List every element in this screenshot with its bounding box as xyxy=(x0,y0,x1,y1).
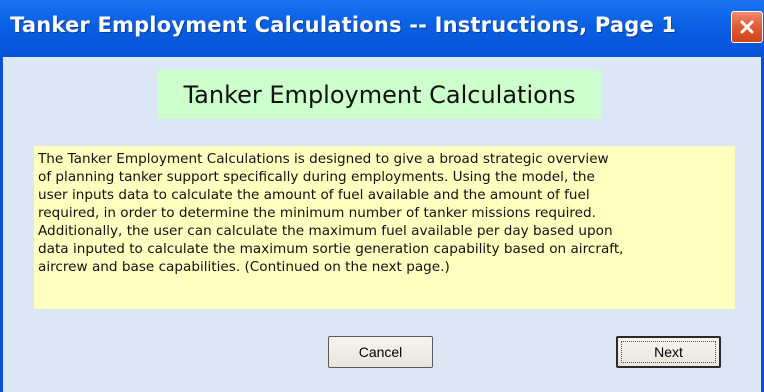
instructions-line: The Tanker Employment Calculations is de… xyxy=(38,151,609,167)
instructions-line: data inputed to calculate the maximum so… xyxy=(38,241,624,257)
page-heading: Tanker Employment Calculations xyxy=(157,70,602,119)
window-title: Tanker Employment Calculations -- Instru… xyxy=(10,13,677,37)
window-frame-left xyxy=(0,57,3,392)
title-bar: Tanker Employment Calculations -- Instru… xyxy=(0,0,764,57)
cancel-button-label: Cancel xyxy=(358,344,403,360)
instructions-line: Additionally, the user can calculate the… xyxy=(38,223,613,239)
instructions-line: user inputs data to calculate the amount… xyxy=(38,187,590,203)
close-button[interactable] xyxy=(731,11,763,43)
instructions-line: aircrew and base capabilities. (Continue… xyxy=(38,259,450,275)
focus-rectangle xyxy=(621,341,716,363)
instructions-line: of planning tanker support specifically … xyxy=(38,169,595,185)
cancel-button[interactable]: Cancel xyxy=(328,336,433,368)
close-x-icon xyxy=(740,20,754,34)
next-button[interactable]: Next xyxy=(616,336,721,368)
instructions-line: required, in order to determine the mini… xyxy=(38,205,596,221)
instructions-text: The Tanker Employment Calculations is de… xyxy=(34,146,735,309)
